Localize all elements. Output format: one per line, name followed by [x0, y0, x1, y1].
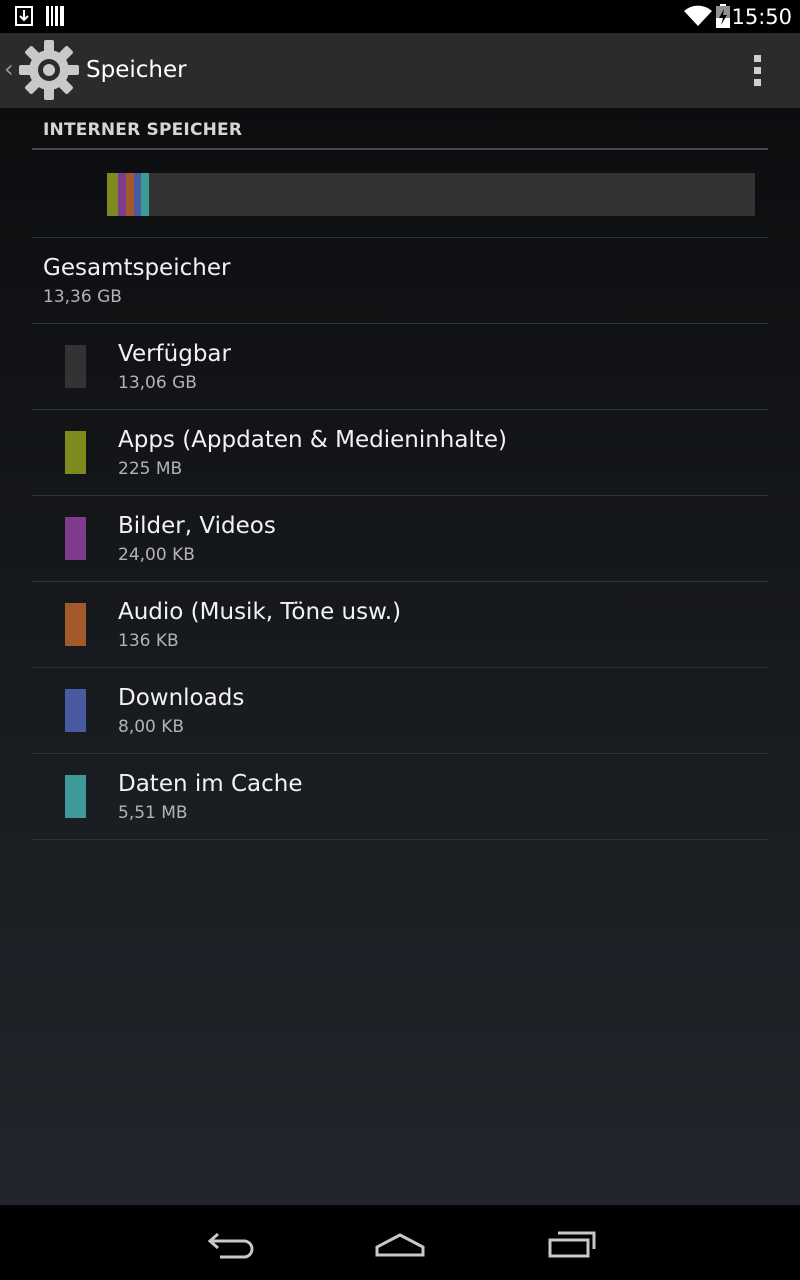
up-caret-icon[interactable]: ‹: [4, 55, 14, 83]
divider: [32, 839, 768, 840]
color-swatch: [65, 689, 86, 732]
divider: [32, 409, 768, 410]
status-bar: 15:50: [0, 0, 800, 33]
category-label: Bilder, Videos: [118, 513, 276, 539]
category-value: 136 KB: [118, 631, 179, 651]
storage-usage-bar: [107, 173, 755, 216]
category-label: Verfügbar: [118, 341, 231, 367]
usage-segment-cache: [141, 173, 150, 216]
page-title: Speicher: [86, 57, 187, 83]
screen: 15:50 ‹ Speicher INTERNER SPEICHER Gesam…: [0, 0, 800, 1280]
wifi-icon: [684, 5, 712, 26]
recent-apps-icon[interactable]: [542, 1223, 602, 1263]
usage-segment-downloads: [133, 173, 142, 216]
usage-segment-apps: [107, 173, 119, 216]
divider: [32, 495, 768, 496]
category-value: 24,00 KB: [118, 545, 195, 565]
color-swatch: [65, 603, 86, 646]
color-swatch: [65, 517, 86, 560]
divider: [32, 323, 768, 324]
overflow-menu-icon[interactable]: [744, 53, 772, 89]
navigation-bar: [0, 1205, 800, 1280]
color-swatch: [65, 431, 86, 474]
back-icon[interactable]: [200, 1223, 260, 1263]
divider: [32, 667, 768, 668]
color-swatch: [65, 775, 86, 818]
category-label: Daten im Cache: [118, 771, 303, 797]
divider: [32, 753, 768, 754]
battery-charging-icon: [716, 4, 730, 28]
category-value: 225 MB: [118, 459, 183, 479]
barcode-icon: [46, 6, 64, 26]
storage-content: INTERNER SPEICHER Gesamtspeicher 13,36 G…: [0, 108, 800, 1205]
usage-segment-audio: [125, 173, 134, 216]
total-label: Gesamtspeicher: [43, 255, 231, 281]
color-swatch: [65, 345, 86, 388]
home-icon[interactable]: [370, 1223, 430, 1263]
status-time: 15:50: [731, 5, 792, 29]
divider: [32, 237, 768, 238]
total-value: 13,36 GB: [43, 287, 122, 307]
category-label: Audio (Musik, Töne usw.): [118, 599, 402, 625]
category-label: Apps (Appdaten & Medieninhalte): [118, 427, 508, 453]
category-value: 8,00 KB: [118, 717, 185, 737]
section-header: INTERNER SPEICHER: [43, 120, 243, 140]
download-icon: [15, 6, 33, 26]
settings-gear-icon[interactable]: [18, 39, 80, 101]
usage-segment-images: [118, 173, 126, 216]
category-label: Downloads: [118, 685, 245, 711]
section-divider: [32, 148, 768, 150]
category-value: 13,06 GB: [118, 373, 197, 393]
category-value: 5,51 MB: [118, 803, 188, 823]
divider: [32, 581, 768, 582]
action-bar: ‹ Speicher: [0, 33, 800, 108]
